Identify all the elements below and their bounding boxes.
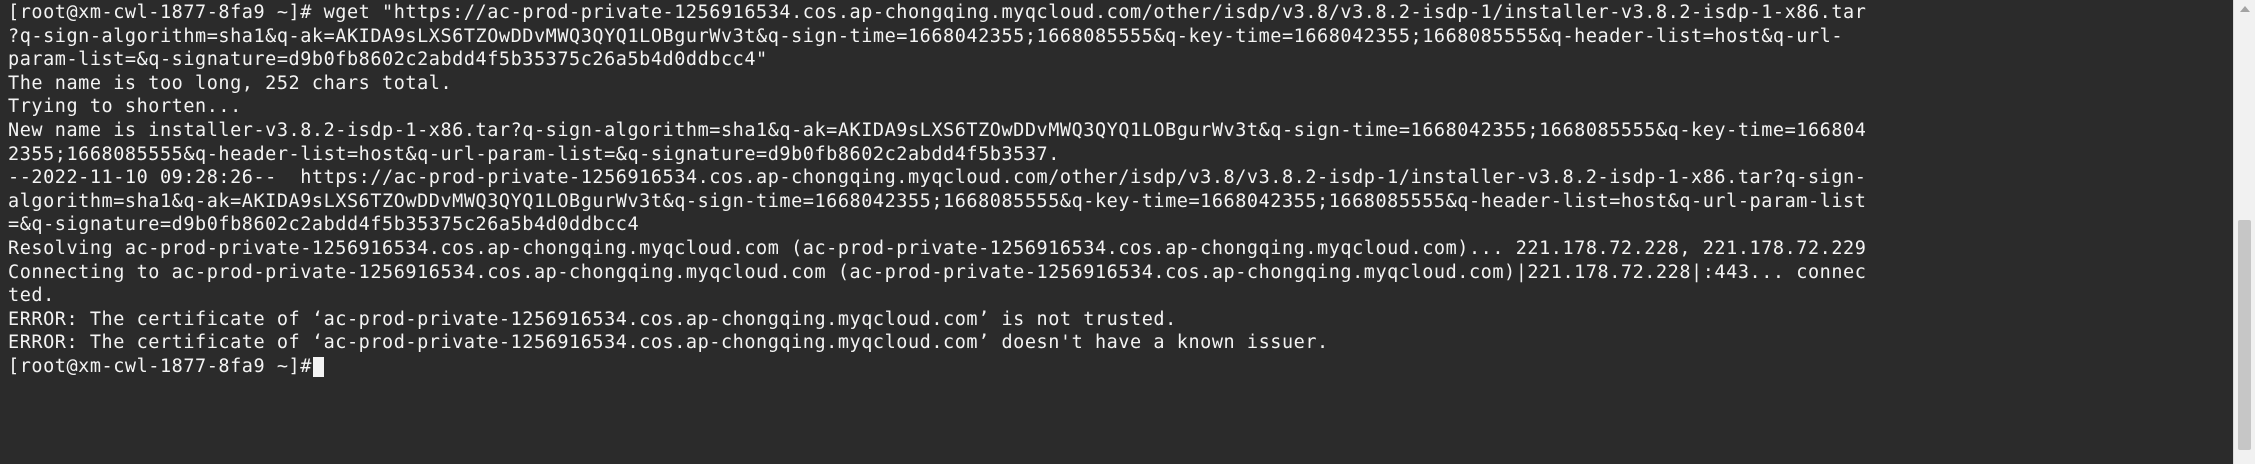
terminal-window[interactable]: [root@xm-cwl-1877-8fa9 ~]# wget "https:/…	[0, 0, 2233, 464]
terminal-line-url-cont-2: =&q-signature=d9b0fb8602c2abdd4f5b35375c…	[8, 214, 640, 236]
terminal-line-command-cont-2: param-list=&q-signature=d9b0fb8602c2abdd…	[8, 49, 768, 71]
terminal-line-prompt[interactable]: [root@xm-cwl-1877-8fa9 ~]#	[8, 355, 2230, 379]
terminal-line-connecting-cont: ted.	[8, 285, 55, 307]
terminal-line-timestamp-url: --2022-11-10 09:28:26-- https://ac-prod-…	[8, 167, 1867, 189]
scrollbar-thumb[interactable]	[2238, 220, 2251, 450]
terminal-prompt-text: [root@xm-cwl-1877-8fa9 ~]#	[8, 355, 312, 377]
terminal-line-resolving: Resolving ac-prod-private-1256916534.cos…	[8, 237, 1867, 259]
scroll-up-arrow-icon[interactable]	[2240, 6, 2250, 12]
terminal-line-command-cont-1: ?q-sign-algorithm=sha1&q-ak=AKIDA9sLXS6T…	[8, 25, 1844, 47]
terminal-line-error-unknown-issuer: ERROR: The certificate of ‘ac-prod-priva…	[8, 332, 1329, 354]
terminal-line-new-name-cont: 2355;1668085555&q-header-list=host&q-url…	[8, 143, 1060, 165]
terminal-cursor	[312, 356, 324, 377]
terminal-line-url-cont-1: algorithm=sha1&q-ak=AKIDA9sLXS6TZOwDDvMW…	[8, 190, 1867, 212]
terminal-line-prompt-command: [root@xm-cwl-1877-8fa9 ~]# wget "https:/…	[8, 2, 1867, 23]
terminal-line-trying-shorten: Trying to shorten...	[8, 96, 242, 118]
terminal-output[interactable]: [root@xm-cwl-1877-8fa9 ~]# wget "https:/…	[8, 1, 2230, 379]
terminal-line-name-too-long: The name is too long, 252 chars total.	[8, 72, 453, 94]
terminal-line-error-not-trusted: ERROR: The certificate of ‘ac-prod-priva…	[8, 308, 1177, 330]
terminal-line-new-name: New name is installer-v3.8.2-isdp-1-x86.…	[8, 119, 1867, 141]
terminal-line-connecting: Connecting to ac-prod-private-1256916534…	[8, 261, 1867, 283]
vertical-scrollbar[interactable]	[2233, 0, 2255, 464]
